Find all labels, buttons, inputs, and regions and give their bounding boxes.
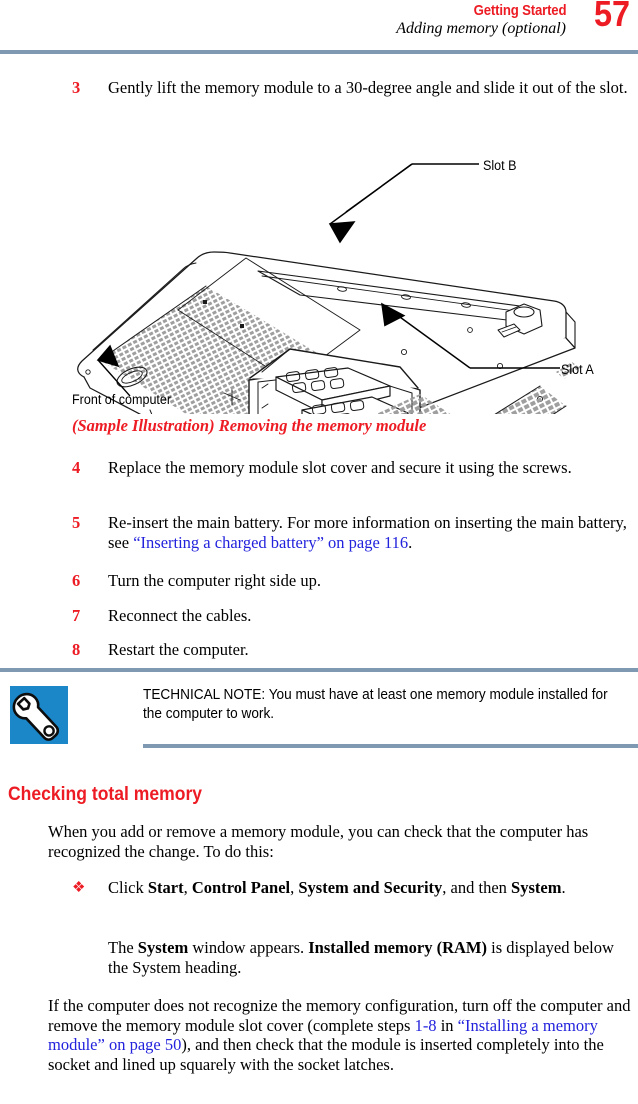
bullet-text: Click Start, Control Panel, System and S… (108, 878, 638, 898)
page-number: 57 (593, 0, 630, 34)
step-number: 5 (72, 513, 81, 532)
technical-note-text: TECHNICAL NOTE: You must have at least o… (143, 687, 608, 722)
figure-label-slot-b: Slot B (483, 158, 517, 173)
ui-label-system-and-security: System and Security (298, 878, 443, 897)
section-heading: Checking total memory (8, 783, 203, 805)
step-text: Replace the memory module slot cover and… (108, 458, 572, 477)
figure-caption: (Sample Illustration) Removing the memor… (72, 416, 427, 435)
ui-label-system-window: System (137, 938, 189, 957)
note-top-divider (0, 668, 638, 672)
intro-paragraph: When you add or remove a memory module, … (48, 822, 589, 861)
cross-reference-link[interactable]: “Inserting a charged battery” on page 11… (133, 533, 408, 552)
laptop-underside-illustration (77, 163, 580, 474)
ui-label-installed-memory: Installed memory (RAM) (308, 938, 487, 957)
ui-label-start: Start (147, 878, 184, 897)
step-number: 6 (72, 571, 81, 590)
ui-label-system: System (511, 878, 562, 897)
step-text: Gently lift the memory module to a 30-de… (108, 78, 628, 97)
page-header: Getting Started Adding memory (optional)… (0, 0, 638, 46)
bullet-text-p5: . (561, 878, 566, 897)
step-number: 3 (72, 78, 81, 97)
step-item: 8 Restart the computer. (72, 640, 638, 660)
step-item: 5 Re-insert the main battery. For more i… (72, 513, 638, 552)
step-number: 4 (72, 458, 81, 477)
result-p2: window appears. (188, 938, 309, 957)
step-item: 7 Reconnect the cables. (72, 606, 638, 626)
step-text: Re-insert the main battery. For more inf… (108, 513, 638, 552)
figure-laptop-memory-removal: Slot B Slot A Front of computer (0, 134, 638, 474)
ui-label-control-panel: Control Panel (191, 878, 291, 897)
header-chapter-title: Getting Started (473, 2, 566, 19)
result-p1: The (108, 938, 138, 957)
header-divider (0, 50, 638, 54)
step-item: 3 Gently lift the memory module to a 30-… (72, 78, 638, 98)
bullet-item: ❖ Click Start, Control Panel, System and… (72, 878, 638, 898)
step-item: 6 Turn the computer right side up. (72, 571, 638, 591)
step-number: 8 (72, 640, 81, 659)
step-text-trail: . (408, 532, 413, 552)
figure-label-front-of-computer: Front of computer (72, 392, 172, 407)
bullet-text-p1: Click (108, 878, 148, 897)
result-paragraph: The System window appears. Installed mem… (108, 938, 638, 977)
step-text: Reconnect the cables. (108, 606, 252, 625)
header-section-title: Adding memory (optional) (396, 20, 566, 37)
step-range-link[interactable]: 1-8 (415, 1016, 437, 1035)
document-page: Getting Started Adding memory (optional)… (0, 0, 638, 1104)
step-item: 4 Replace the memory module slot cover a… (72, 458, 638, 478)
bullet-diamond-icon: ❖ (72, 880, 86, 896)
note-bottom-divider (143, 744, 638, 748)
bullet-text-p4: , and then (442, 878, 512, 897)
closing-paragraph: If the computer does not recognize the m… (48, 996, 638, 1074)
step-text: Restart the computer. (108, 640, 249, 659)
wrench-icon (10, 686, 68, 744)
bullet-text-p2: , (183, 878, 192, 897)
step-number: 7 (72, 606, 81, 625)
closing-p2: in (436, 1015, 458, 1035)
figure-label-slot-a: Slot A (561, 362, 594, 377)
step-text: Turn the computer right side up. (108, 571, 321, 590)
